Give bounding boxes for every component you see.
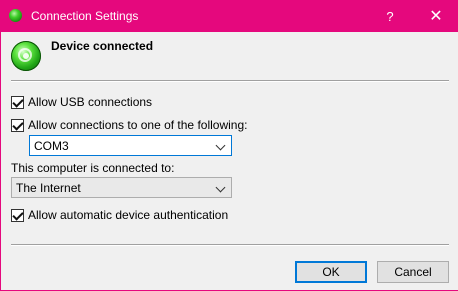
allow-usb-checkbox[interactable]	[11, 95, 24, 109]
ok-button[interactable]: OK	[295, 261, 367, 283]
port-select-value: COM3	[34, 138, 69, 153]
close-button[interactable]: ✕	[413, 0, 458, 32]
footer-divider	[11, 244, 449, 246]
device-connected-icon	[11, 41, 41, 71]
allow-one-of-option[interactable]: Allow connections to one of the followin…	[11, 118, 247, 132]
network-select-value: The Internet	[16, 180, 81, 195]
title-bar[interactable]: Connection Settings ? ✕	[1, 0, 458, 32]
allow-one-of-checkbox[interactable]	[11, 118, 24, 132]
auto-auth-checkbox[interactable]	[11, 208, 24, 222]
help-button[interactable]: ?	[367, 0, 413, 32]
app-icon	[9, 9, 22, 22]
network-select[interactable]: The Internet	[11, 177, 232, 198]
header-divider	[11, 80, 449, 82]
status-heading: Device connected	[51, 39, 154, 53]
connection-settings-dialog: Connection Settings ? ✕ Device connected…	[0, 0, 458, 291]
allow-usb-option[interactable]: Allow USB connections	[11, 95, 152, 109]
chevron-down-icon	[215, 182, 226, 193]
chevron-down-icon	[215, 140, 226, 151]
allow-one-of-label: Allow connections to one of the followin…	[28, 118, 248, 132]
auto-auth-label: Allow automatic device authentication	[28, 208, 229, 222]
cancel-button[interactable]: Cancel	[377, 261, 449, 283]
auto-auth-option[interactable]: Allow automatic device authentication	[11, 208, 228, 222]
allow-usb-label: Allow USB connections	[28, 95, 153, 109]
connected-to-label: This computer is connected to:	[11, 161, 175, 175]
port-select[interactable]: COM3	[29, 135, 232, 156]
window-title: Connection Settings	[31, 9, 139, 23]
